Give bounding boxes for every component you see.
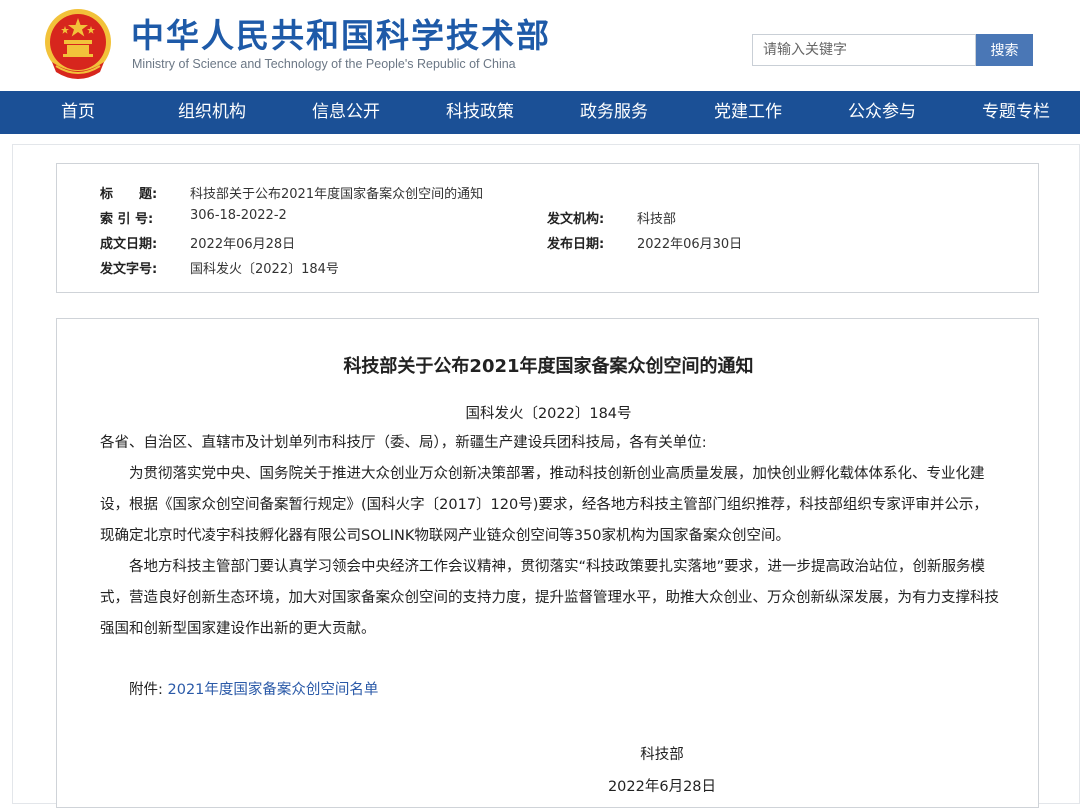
meta-title-label: 标 题: <box>100 187 158 202</box>
meta-index-label: 索 引 号: <box>100 212 154 227</box>
article-paragraph-1: 为贯彻落实党中央、国务院关于推进大众创业万众创新决策部署，推动科技创新创业高质量… <box>100 466 988 544</box>
meta-published-label: 发布日期: <box>547 237 605 252</box>
article-paragraph-2: 各地方科技主管部门要认真学习领会中央经济工作会议精神，贯彻落实“科技政策要扎实落… <box>100 559 999 637</box>
meta-created-value: 2022年06月28日 <box>190 237 296 252</box>
article-body: 科技部关于公布2021年度国家备案众创空间的通知 国科发火〔2022〕184号 … <box>56 318 1039 808</box>
meta-published-value: 2022年06月30日 <box>637 237 743 252</box>
nav-item-topics[interactable]: 专题专栏 <box>956 91 1076 134</box>
article-salutation: 各省、自治区、直辖市及计划单列市科技厅（委、局），新疆生产建设兵团科技局，各有关… <box>100 435 707 451</box>
nav-item-info-disclosure[interactable]: 信息公开 <box>286 91 406 134</box>
signature-date: 2022年6月28日 <box>607 779 717 795</box>
nav-item-party-building[interactable]: 党建工作 <box>688 91 808 134</box>
search-button[interactable]: 搜索 <box>976 34 1033 66</box>
nav-item-public[interactable]: 公众参与 <box>822 91 942 134</box>
nav-item-services[interactable]: 政务服务 <box>554 91 674 134</box>
nav-item-home[interactable]: 首页 <box>18 91 138 134</box>
article-doc-number: 国科发火〔2022〕184号 <box>465 406 632 422</box>
site-subtitle-english: Ministry of Science and Technology of th… <box>132 57 516 71</box>
site-title[interactable]: 中华人民共和国科学技术部 <box>131 16 551 56</box>
meta-issuer-label: 发文机构: <box>547 212 605 227</box>
attachment-label: 附件: <box>129 682 163 698</box>
search-input[interactable] <box>752 34 976 66</box>
site-header: 中华人民共和国科学技术部 Ministry of Science and Tec… <box>0 0 1080 91</box>
meta-docno-value: 国科发火〔2022〕184号 <box>190 262 339 277</box>
meta-docno-label: 发文字号: <box>100 262 158 277</box>
meta-title-value: 科技部关于公布2021年度国家备案众创空间的通知 <box>190 187 484 202</box>
article-title: 科技部关于公布2021年度国家备案众创空间的通知 <box>343 356 754 377</box>
main-nav: 首页 组织机构 信息公开 科技政策 政务服务 党建工作 公众参与 专题专栏 <box>0 91 1080 134</box>
nav-item-policy[interactable]: 科技政策 <box>420 91 540 134</box>
nav-item-organization[interactable]: 组织机构 <box>152 91 272 134</box>
meta-index-value: 306-18-2022-2 <box>190 208 287 223</box>
meta-created-label: 成文日期: <box>100 237 158 252</box>
document-meta-table: 标 题: 科技部关于公布2021年度国家备案众创空间的通知 索 引 号: 306… <box>56 163 1039 293</box>
attachment-link[interactable]: 2021年度国家备案众创空间名单 <box>168 682 379 698</box>
signature: 科技部 <box>640 747 684 763</box>
attachment-line: 附件: 2021年度国家备案众创空间名单 <box>129 678 378 699</box>
meta-issuer-value: 科技部 <box>637 212 677 227</box>
national-emblem-icon[interactable] <box>42 6 114 82</box>
